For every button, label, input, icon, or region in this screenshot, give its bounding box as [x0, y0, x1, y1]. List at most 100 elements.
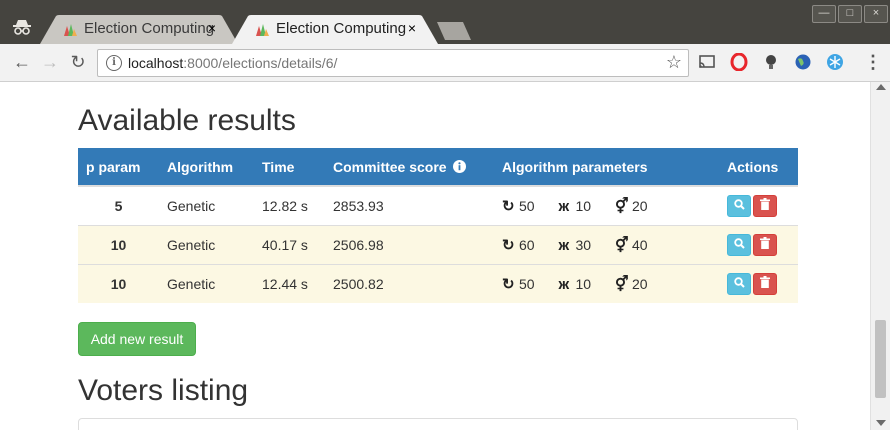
cell-score: 2500.82 [325, 264, 494, 303]
view-result-button[interactable] [727, 234, 751, 256]
param-crossover-value: 40 [631, 237, 648, 253]
info-circle-icon[interactable] [453, 159, 467, 173]
search-icon [733, 199, 745, 210]
snowflake-icon[interactable] [826, 53, 844, 71]
voters-panel [78, 418, 798, 430]
header-committee-score: Committee score [325, 148, 494, 187]
browser-menu-icon[interactable]: ⋮ [864, 53, 882, 71]
delete-result-button[interactable] [753, 195, 777, 217]
tab-active[interactable]: Election Computing × [232, 15, 438, 44]
scroll-down-arrow-icon[interactable] [876, 420, 886, 426]
table-row: 10 Genetic 40.17 s 2506.98 ↻ 60 ж 30 ⚥ 40 [78, 225, 798, 265]
param-iterations-value: 60 [519, 237, 535, 253]
cell-p-param: 10 [78, 225, 159, 265]
param-crossover-value: 20 [631, 198, 648, 214]
cell-p-param: 5 [78, 185, 159, 226]
tab-inactive[interactable]: Election Computing × [40, 15, 238, 44]
param-mutation-value: 10 [575, 198, 592, 214]
close-window-button[interactable]: × [864, 5, 888, 23]
page-scrollbar[interactable] [870, 82, 890, 430]
cell-score: 2853.93 [325, 185, 494, 226]
cell-actions [719, 264, 798, 303]
cell-algorithm: Genetic [159, 225, 254, 265]
cell-algorithm: Genetic [159, 264, 254, 303]
param-mutation-value: 30 [575, 237, 592, 253]
view-result-button[interactable] [727, 195, 751, 217]
header-actions: Actions [719, 148, 798, 187]
param-mutation-value: 10 [575, 276, 592, 292]
scrollbar-thumb[interactable] [875, 320, 886, 398]
header-algorithm-parameters: Algorithm parameters [494, 148, 719, 187]
param-crossover: ⚥ 20 [615, 275, 648, 293]
refresh-icon: ↻ [502, 198, 515, 215]
cell-params: ↻ 50 ж 10 ⚥ 20 [494, 264, 719, 303]
tab-close-icon[interactable]: × [408, 20, 416, 36]
back-arrow-icon[interactable]: ← [12, 52, 32, 72]
view-result-button[interactable] [727, 273, 751, 295]
minimize-button[interactable]: — [812, 5, 836, 23]
param-iterations: ↻ 60 [502, 236, 535, 254]
delete-result-button[interactable] [753, 234, 777, 256]
refresh-icon: ↻ [502, 237, 515, 254]
url-path: :8000/elections/details/6/ [183, 55, 338, 71]
bookmark-star-icon[interactable]: ☆ [666, 52, 682, 73]
param-mutation: ж 10 [558, 276, 591, 293]
cell-algorithm: Genetic [159, 185, 254, 226]
header-p-param: p param [78, 148, 159, 187]
param-iterations: ↻ 50 [502, 197, 535, 215]
cell-p-param: 10 [78, 264, 159, 303]
param-crossover: ⚥ 40 [615, 236, 648, 254]
address-bar[interactable]: i localhost:8000/elections/details/6/ ☆ [97, 49, 689, 77]
delete-result-button[interactable] [753, 273, 777, 295]
election-favicon-icon [256, 24, 269, 36]
maximize-button[interactable]: □ [838, 5, 862, 23]
cell-actions [719, 185, 798, 226]
page-viewport: Available results p param Algorithm Time… [0, 82, 870, 430]
results-heading: Available results [78, 104, 296, 137]
cell-time: 12.44 s [254, 264, 325, 303]
tab-close-icon[interactable]: × [208, 20, 216, 36]
header-committee-score-label: Committee score [333, 158, 447, 175]
cell-params: ↻ 60 ж 30 ⚥ 40 [494, 225, 719, 265]
param-iterations-value: 50 [519, 276, 535, 292]
forward-arrow-icon[interactable]: → [40, 52, 60, 72]
cast-icon[interactable] [698, 53, 716, 71]
url-text: localhost:8000/elections/details/6/ [128, 55, 337, 71]
cell-actions [719, 225, 798, 265]
trash-icon [760, 198, 770, 210]
mutation-icon: ж [558, 276, 570, 293]
gender-icon: ⚥ [614, 237, 629, 254]
search-icon [733, 238, 745, 249]
cell-time: 12.82 s [254, 185, 325, 226]
add-new-result-button[interactable]: Add new result [78, 322, 196, 356]
globe-icon[interactable] [794, 53, 812, 71]
table-row: 5 Genetic 12.82 s 2853.93 ↻ 50 ж 10 ⚥ 20 [78, 185, 798, 226]
table-row: 10 Genetic 12.44 s 2500.82 ↻ 50 ж 10 ⚥ 20 [78, 264, 798, 303]
election-favicon-icon [64, 24, 77, 36]
cell-params: ↻ 50 ж 10 ⚥ 20 [494, 185, 719, 226]
gender-icon: ⚥ [614, 198, 629, 215]
header-time: Time [254, 148, 325, 187]
trash-icon [760, 237, 770, 249]
incognito-icon [13, 20, 31, 35]
cell-score: 2506.98 [325, 225, 494, 265]
site-info-icon[interactable]: i [106, 55, 122, 71]
trash-icon [760, 276, 770, 288]
browser-toolbar: ← → ↻ i localhost:8000/elections/details… [0, 44, 890, 82]
mutation-icon: ж [558, 237, 570, 254]
param-mutation: ж 30 [558, 237, 591, 254]
scroll-up-arrow-icon[interactable] [876, 84, 886, 90]
url-host: localhost [128, 55, 184, 71]
reload-icon[interactable]: ↻ [68, 52, 88, 72]
gender-icon: ⚥ [614, 276, 629, 293]
new-tab-button[interactable] [437, 22, 471, 40]
param-mutation: ж 10 [558, 198, 591, 215]
tab-title: Election Computing [276, 20, 407, 37]
opera-icon[interactable] [730, 53, 748, 71]
tab-title: Election Computing [84, 20, 215, 37]
results-table: p param Algorithm Time Committee score A… [78, 148, 798, 303]
param-iterations: ↻ 50 [502, 275, 535, 293]
lightbulb-icon[interactable] [762, 53, 780, 71]
refresh-icon: ↻ [502, 276, 515, 293]
table-header-row: p param Algorithm Time Committee score A… [78, 148, 798, 187]
